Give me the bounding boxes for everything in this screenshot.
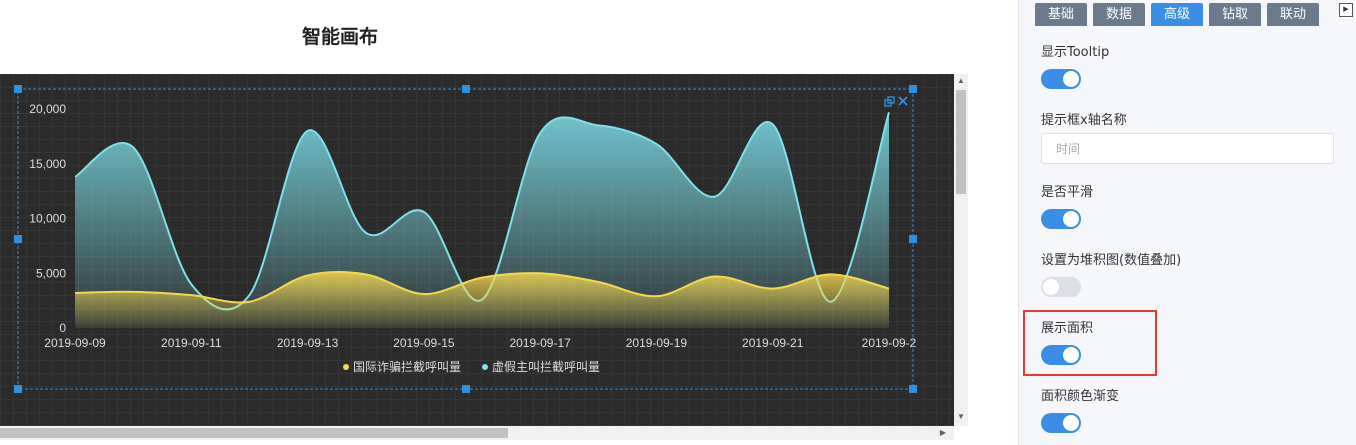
horizontal-scroll-thumb[interactable] <box>0 428 508 438</box>
switch-knob <box>1063 211 1079 227</box>
y-tick-label: 10,000 <box>29 212 66 226</box>
stacked-switch[interactable] <box>1041 277 1081 297</box>
x-tick-label: 2019-09-21 <box>742 336 804 350</box>
legend-label[interactable]: 国际诈骗拦截呼叫量 <box>353 359 461 374</box>
tooltip-xname-label: 提示框x轴名称 <box>1041 113 1127 128</box>
switch-knob <box>1063 71 1079 87</box>
resize-handle-bc[interactable] <box>462 385 470 393</box>
x-tick-label: 2019-09-17 <box>509 336 571 350</box>
tab-drill[interactable]: 钻取 <box>1209 3 1261 26</box>
show-area-label: 展示面积 <box>1041 321 1094 336</box>
resize-handle-ml[interactable] <box>14 235 22 243</box>
horizontal-scrollbar[interactable]: ▶ <box>0 426 954 440</box>
x-tick-label: 2019-09-15 <box>393 336 455 350</box>
switch-knob <box>1043 279 1059 295</box>
legend-marker[interactable] <box>482 364 488 370</box>
tab-linkage[interactable]: 联动 <box>1267 3 1319 26</box>
resize-handle-tc[interactable] <box>462 85 470 93</box>
resize-handle-mr[interactable] <box>909 235 917 243</box>
smooth-label: 是否平滑 <box>1041 185 1094 200</box>
show-tooltip-label: 显示Tooltip <box>1041 45 1110 60</box>
show-tooltip-switch[interactable] <box>1041 69 1081 89</box>
resize-handle-br[interactable] <box>909 385 917 393</box>
smooth-switch[interactable] <box>1041 209 1081 229</box>
x-tick-label: 2019-09-13 <box>277 336 339 350</box>
y-tick-label: 20,000 <box>29 102 66 116</box>
tab-data[interactable]: 数据 <box>1093 3 1145 26</box>
y-tick-label: 15,000 <box>29 157 66 171</box>
scroll-up-icon[interactable]: ▲ <box>954 74 968 88</box>
x-tick-label: 2019-09-11 <box>161 336 222 350</box>
chart-panel[interactable]: 0 5,000 10,000 15,000 20,000 2019-09-09 2019-0… <box>0 74 954 426</box>
y-tick-label: 5,000 <box>36 266 66 280</box>
area-gradient-switch[interactable] <box>1041 413 1081 433</box>
resize-handle-bl[interactable] <box>14 385 22 393</box>
x-tick-label: 2019-09-19 <box>626 336 688 350</box>
resize-handle-tl[interactable] <box>14 85 22 93</box>
tab-advanced[interactable]: 高级 <box>1151 3 1203 26</box>
switch-knob <box>1063 415 1079 431</box>
canvas-area: 智能画布 0 5,000 10,000 15,000 20,000 2019-09-09 2… <box>0 0 1018 445</box>
tab-bar: 基础 数据 高级 钻取 联动 ▶ <box>1019 0 1356 26</box>
resize-handle-tr[interactable] <box>909 85 917 93</box>
collapse-panel-icon[interactable]: ▶ <box>1339 3 1353 17</box>
scroll-down-icon[interactable]: ▼ <box>954 410 968 424</box>
properties-panel: 基础 数据 高级 钻取 联动 ▶ 显示Tooltip 提示框x轴名称 是否平滑 … <box>1018 0 1356 445</box>
area-gradient-label: 面积颜色渐变 <box>1041 389 1120 404</box>
scroll-right-icon[interactable]: ▶ <box>936 426 950 440</box>
area-chart: 0 5,000 10,000 15,000 20,000 2019-09-09 2019-0… <box>0 74 954 426</box>
tab-basic[interactable]: 基础 <box>1035 3 1087 26</box>
stacked-label: 设置为堆积图(数值叠加) <box>1041 253 1182 268</box>
switch-knob <box>1063 347 1079 363</box>
legend-label[interactable]: 虚假主叫拦截呼叫量 <box>492 360 600 374</box>
legend-marker[interactable] <box>343 364 349 370</box>
y-tick-label: 0 <box>59 321 66 335</box>
vertical-scrollbar[interactable]: ▲ ▼ <box>954 74 968 426</box>
x-tick-label: 2019-09-09 <box>44 336 106 350</box>
page-title: 智能画布 <box>301 26 378 48</box>
vertical-scroll-thumb[interactable] <box>956 90 966 194</box>
tooltip-xname-input[interactable] <box>1041 133 1334 164</box>
x-tick-label: 2019-09-2 <box>862 336 917 350</box>
show-area-switch[interactable] <box>1041 345 1081 365</box>
